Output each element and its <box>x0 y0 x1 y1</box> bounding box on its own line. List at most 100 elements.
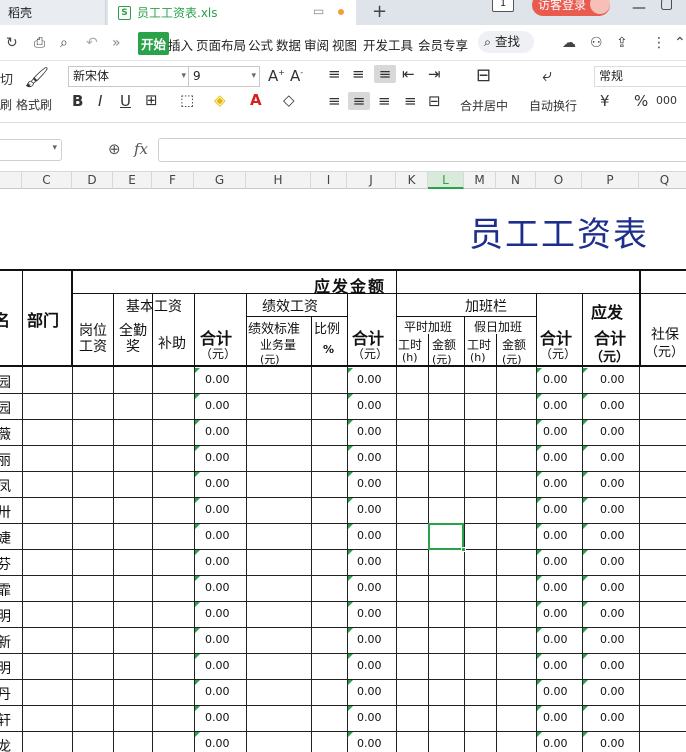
new-tab-button[interactable]: + <box>372 1 387 22</box>
amount-cell[interactable]: 0.00 <box>600 737 625 750</box>
thousands-button[interactable]: 000 <box>656 94 677 107</box>
employee-name[interactable]: 龙 <box>0 736 11 752</box>
amount-cell[interactable]: 0.00 <box>205 529 230 542</box>
font-color-icon[interactable]: A <box>250 91 262 109</box>
amount-cell[interactable]: 0.00 <box>357 581 382 594</box>
amount-cell[interactable]: 0.00 <box>205 633 230 646</box>
more-icon[interactable]: » <box>112 35 121 51</box>
amount-cell[interactable]: 0.00 <box>205 451 230 464</box>
justify-icon[interactable]: ≡ <box>404 92 417 110</box>
amount-cell[interactable]: 0.00 <box>357 425 382 438</box>
amount-cell[interactable]: 0.00 <box>543 503 568 516</box>
window-control-icon[interactable]: ▢ <box>660 0 673 12</box>
amount-cell[interactable]: 0.00 <box>600 581 625 594</box>
employee-name[interactable]: 园 <box>0 398 11 418</box>
cut-label[interactable]: 切 <box>0 69 13 88</box>
amount-cell[interactable]: 0.00 <box>543 373 568 386</box>
amount-cell[interactable]: 0.00 <box>600 503 625 516</box>
column-header-m[interactable]: M <box>464 172 496 189</box>
amount-cell[interactable]: 0.00 <box>543 555 568 568</box>
employee-name[interactable]: 丽 <box>0 450 11 470</box>
format-painter-icon[interactable]: 🖌 <box>24 65 49 89</box>
amount-cell[interactable]: 0.00 <box>600 685 625 698</box>
distributed-icon[interactable]: ⊟ <box>428 92 441 110</box>
amount-cell[interactable]: 0.00 <box>205 373 230 386</box>
tab-daoke[interactable]: 稻壳 <box>0 0 106 25</box>
amount-cell[interactable]: 0.00 <box>357 659 382 672</box>
amount-cell[interactable]: 0.00 <box>357 373 382 386</box>
amount-cell[interactable]: 0.00 <box>357 451 382 464</box>
selected-cell[interactable] <box>428 523 466 552</box>
employee-name[interactable]: 卅 <box>0 502 11 522</box>
indent-increase-icon[interactable]: ⇥ <box>428 65 441 83</box>
column-header[interactable] <box>0 172 22 189</box>
amount-cell[interactable]: 0.00 <box>357 503 382 516</box>
menu-formula[interactable]: 公式 <box>248 35 273 54</box>
column-header-g[interactable]: G <box>194 172 246 189</box>
decrease-font-icon[interactable]: A- <box>290 67 303 85</box>
worksheet-grid[interactable]: 员工工资表 名 部门 应发金额 基本工资 岗位工资 全勤奖 补助 合计 （元） … <box>0 189 686 752</box>
amount-cell[interactable]: 0.00 <box>543 685 568 698</box>
column-header-i[interactable]: I <box>311 172 347 189</box>
employee-name[interactable]: 婕 <box>0 528 11 548</box>
amount-cell[interactable]: 0.00 <box>543 399 568 412</box>
amount-cell[interactable]: 0.00 <box>543 529 568 542</box>
amount-cell[interactable]: 0.00 <box>205 737 230 750</box>
amount-cell[interactable]: 0.00 <box>600 529 625 542</box>
font-name-select[interactable]: 新宋体 ▾ <box>68 66 190 87</box>
merge-center-button[interactable]: 合并居中 <box>460 97 508 114</box>
amount-cell[interactable]: 0.00 <box>205 399 230 412</box>
menu-data[interactable]: 数据 <box>276 35 301 54</box>
print-icon[interactable]: ⎙ <box>34 35 45 51</box>
fill-color-icon[interactable]: ◈ <box>214 91 226 109</box>
amount-cell[interactable]: 0.00 <box>600 425 625 438</box>
menu-insert[interactable]: 插入 <box>168 35 193 54</box>
employee-name[interactable]: 薇 <box>0 424 11 444</box>
column-header-d[interactable]: D <box>72 172 113 189</box>
user-share-icon[interactable]: ⚇ <box>590 35 603 51</box>
amount-cell[interactable]: 0.00 <box>600 711 625 724</box>
bold-icon[interactable]: B <box>72 92 83 110</box>
column-header-q[interactable]: Q <box>639 172 686 189</box>
format-painter-button[interactable]: 格式刷 <box>16 96 52 113</box>
page-count-badge[interactable]: 1 <box>492 0 514 12</box>
formula-input[interactable] <box>158 138 686 162</box>
amount-cell[interactable]: 0.00 <box>357 477 382 490</box>
border-icon[interactable]: ⊞ <box>145 91 158 109</box>
tab-workbook[interactable]: S 员工工资表.xls ▭ <box>108 0 356 25</box>
amount-cell[interactable]: 0.00 <box>357 633 382 646</box>
fill-handle[interactable] <box>461 547 466 552</box>
amount-cell[interactable]: 0.00 <box>543 659 568 672</box>
employee-name[interactable]: 凤 <box>0 476 11 496</box>
amount-cell[interactable]: 0.00 <box>543 451 568 464</box>
amount-cell[interactable]: 0.00 <box>600 399 625 412</box>
amount-cell[interactable]: 0.00 <box>357 737 382 750</box>
paste-label[interactable]: 刷 <box>0 96 12 113</box>
employee-name[interactable]: 新 <box>0 632 11 652</box>
align-middle-icon[interactable]: ≡ <box>352 65 365 83</box>
amount-cell[interactable]: 0.00 <box>543 607 568 620</box>
employee-name[interactable]: 明 <box>0 606 11 626</box>
cloud-icon[interactable]: ☁ <box>562 35 576 51</box>
column-header-k[interactable]: K <box>396 172 428 189</box>
italic-icon[interactable]: I <box>98 92 102 110</box>
employee-name[interactable]: 园 <box>0 372 11 392</box>
menu-member[interactable]: 会员专享 <box>418 35 468 54</box>
amount-cell[interactable]: 0.00 <box>205 659 230 672</box>
percent-button[interactable]: % <box>634 92 648 110</box>
wrap-text-button[interactable]: 自动换行 <box>529 97 577 114</box>
amount-cell[interactable]: 0.00 <box>205 607 230 620</box>
more-menu-icon[interactable]: ⋮ <box>652 35 666 51</box>
column-header-h[interactable]: H <box>246 172 311 189</box>
menu-review[interactable]: 审阅 <box>304 35 329 54</box>
employee-name[interactable]: 明 <box>0 658 11 678</box>
font-size-select[interactable]: 9 ▾ <box>188 66 260 87</box>
monitor-icon[interactable]: ▭ <box>313 4 324 18</box>
merge-center-icon[interactable]: ⊟ <box>476 65 491 86</box>
amount-cell[interactable]: 0.00 <box>600 555 625 568</box>
amount-cell[interactable]: 0.00 <box>600 659 625 672</box>
amount-cell[interactable]: 0.00 <box>357 555 382 568</box>
amount-cell[interactable]: 0.00 <box>205 711 230 724</box>
employee-name[interactable]: 丹 <box>0 684 11 704</box>
amount-cell[interactable]: 0.00 <box>600 607 625 620</box>
